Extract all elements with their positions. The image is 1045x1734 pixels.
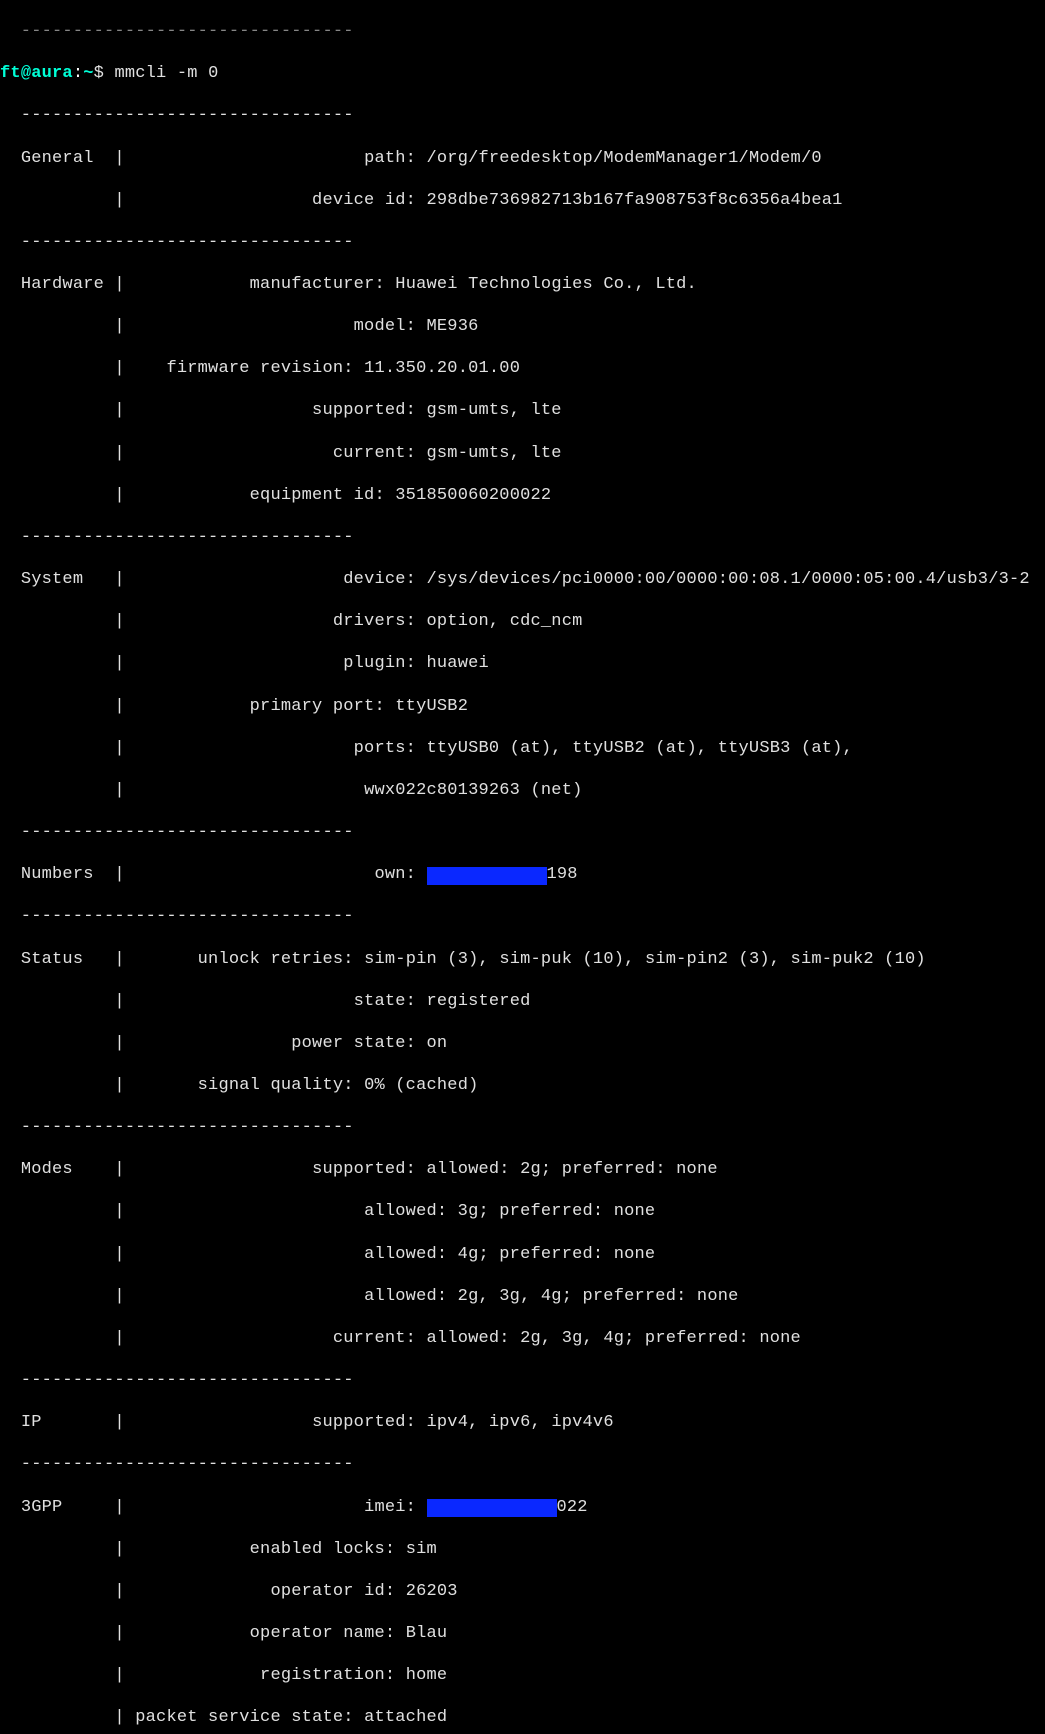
- separator: --------------------------------: [0, 232, 1045, 253]
- general-device-id: | device id: 298dbe736982713b167fa908753…: [0, 190, 1045, 211]
- system-drivers: | drivers: option, cdc_ncm: [0, 611, 1045, 632]
- gpp-operator-id: | operator id: 26203: [0, 1581, 1045, 1602]
- status-power-state: | power state: on: [0, 1033, 1045, 1054]
- separator: --------------------------------: [0, 105, 1045, 126]
- gpp-packet-service: | packet service state: attached: [0, 1707, 1045, 1728]
- redacted-phone: [427, 867, 547, 885]
- modes-current: | current: allowed: 2g, 3g, 4g; preferre…: [0, 1328, 1045, 1349]
- prompt-at: @: [21, 64, 31, 83]
- status-state: | state: registered: [0, 991, 1045, 1012]
- numbers-own: Numbers | own: 198: [0, 864, 1045, 885]
- gpp-operator-name: | operator name: Blau: [0, 1623, 1045, 1644]
- separator: --------------------------------: [0, 906, 1045, 927]
- prompt-line[interactable]: ft@aura:~$ mmcli -m 0: [0, 63, 1045, 84]
- command-text: mmcli -m 0: [114, 64, 218, 83]
- terminal-output[interactable]: -------------------------------- ft@aura…: [0, 0, 1045, 1734]
- prompt-colon: :: [73, 64, 83, 83]
- separator: --------------------------------: [0, 21, 1045, 42]
- hardware-manufacturer: Hardware | manufacturer: Huawei Technolo…: [0, 274, 1045, 295]
- hardware-current: | current: gsm-umts, lte: [0, 443, 1045, 464]
- status-signal-quality: | signal quality: 0% (cached): [0, 1075, 1045, 1096]
- modes-supported-4: | allowed: 2g, 3g, 4g; preferred: none: [0, 1286, 1045, 1307]
- modes-supported: Modes | supported: allowed: 2g; preferre…: [0, 1159, 1045, 1180]
- modes-supported-3: | allowed: 4g; preferred: none: [0, 1244, 1045, 1265]
- system-plugin: | plugin: huawei: [0, 653, 1045, 674]
- separator: --------------------------------: [0, 1117, 1045, 1138]
- separator: --------------------------------: [0, 822, 1045, 843]
- gpp-registration: | registration: home: [0, 1665, 1045, 1686]
- system-primary-port: | primary port: ttyUSB2: [0, 696, 1045, 717]
- general-path: General | path: /org/freedesktop/ModemMa…: [0, 148, 1045, 169]
- redacted-imei: [427, 1499, 557, 1517]
- prompt-user: ft: [0, 64, 21, 83]
- hardware-model: | model: ME936: [0, 316, 1045, 337]
- hardware-equipment-id: | equipment id: 351850060200022: [0, 485, 1045, 506]
- hardware-firmware: | firmware revision: 11.350.20.01.00: [0, 358, 1045, 379]
- modes-supported-2: | allowed: 3g; preferred: none: [0, 1201, 1045, 1222]
- prompt-symbol: $: [94, 64, 115, 83]
- separator: --------------------------------: [0, 527, 1045, 548]
- system-ports: | ports: ttyUSB0 (at), ttyUSB2 (at), tty…: [0, 738, 1045, 759]
- system-device: System | device: /sys/devices/pci0000:00…: [0, 569, 1045, 590]
- gpp-imei: 3GPP | imei: 022: [0, 1497, 1045, 1518]
- status-unlock-retries: Status | unlock retries: sim-pin (3), si…: [0, 949, 1045, 970]
- separator: --------------------------------: [0, 1370, 1045, 1391]
- ip-supported: IP | supported: ipv4, ipv6, ipv4v6: [0, 1412, 1045, 1433]
- hardware-supported: | supported: gsm-umts, lte: [0, 400, 1045, 421]
- system-ports-2: | wwx022c80139263 (net): [0, 780, 1045, 801]
- prompt-host: aura: [31, 64, 73, 83]
- gpp-enabled-locks: | enabled locks: sim: [0, 1539, 1045, 1560]
- separator: --------------------------------: [0, 1454, 1045, 1475]
- prompt-cwd: ~: [83, 64, 93, 83]
